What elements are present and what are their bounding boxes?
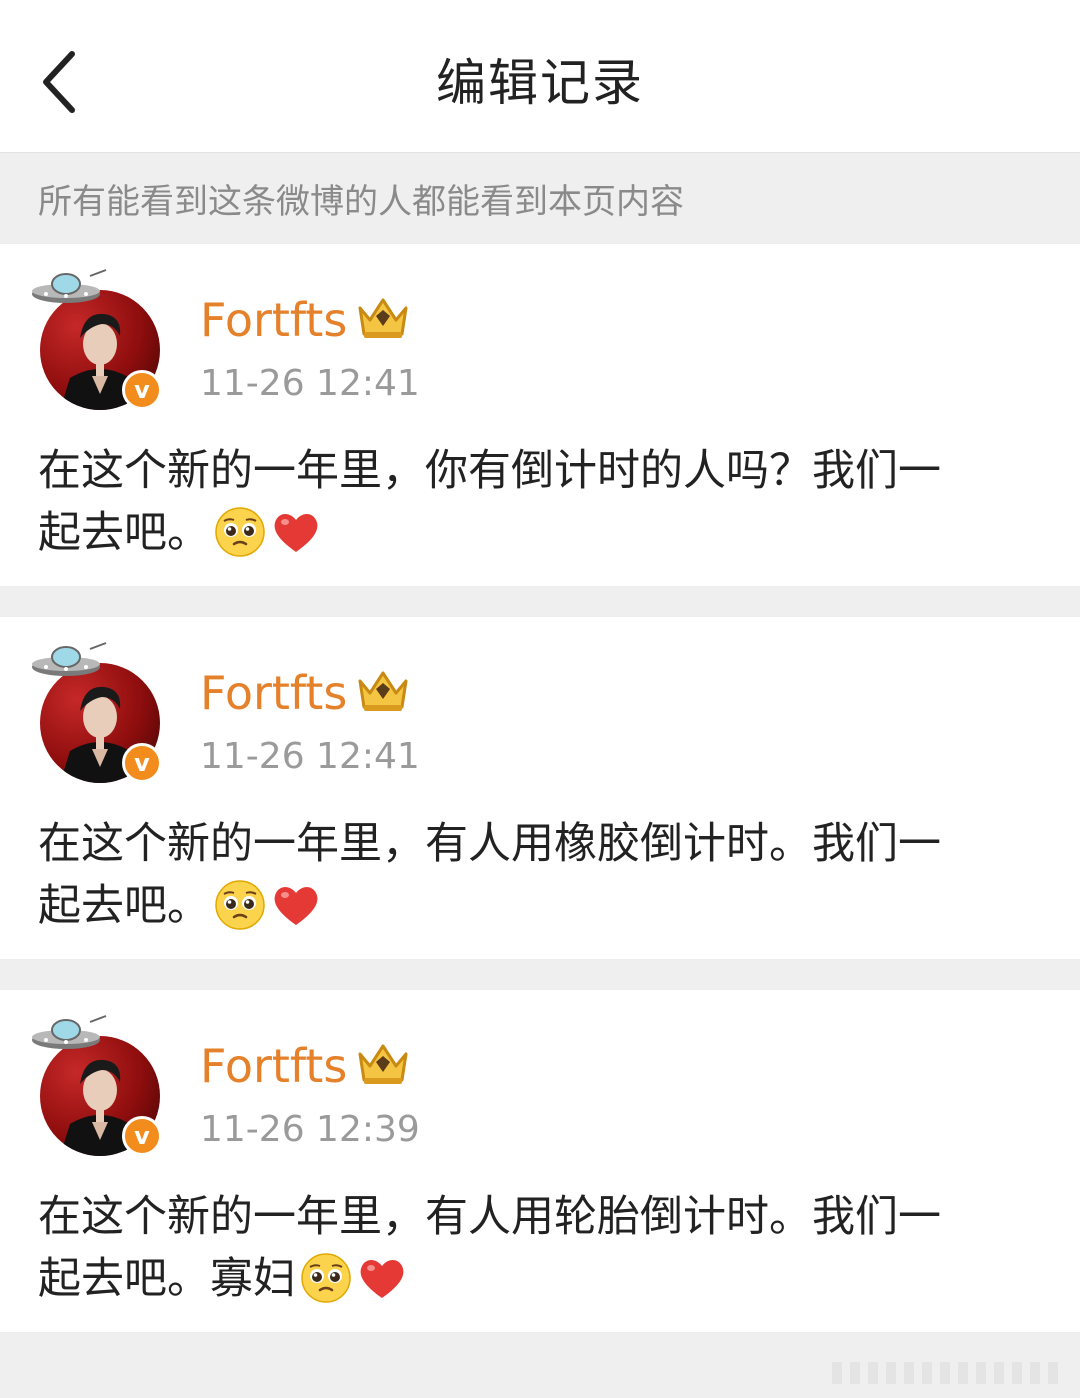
edit-record-card: v Fortfts 11-26 12:41 在这个新的一年里，你有倒计时的人吗？… <box>0 244 1080 586</box>
visibility-notice: 所有能看到这条微博的人都能看到本页内容 <box>0 153 1080 243</box>
verified-v-icon: v <box>122 370 162 410</box>
post-content: 在这个新的一年里，有人用轮胎倒计时。我们一 起去吧。寡妇 <box>38 1186 1048 1310</box>
pleading-face-emoji <box>215 879 265 930</box>
notice-text: 所有能看到这条微博的人都能看到本页内容 <box>38 182 684 222</box>
post-content: 在这个新的一年里，你有倒计时的人吗？我们一 起去吧。 <box>38 440 1048 564</box>
red-heart-emoji <box>274 886 318 925</box>
timestamp: 11-26 12:41 <box>200 736 420 777</box>
username[interactable]: Fortfts <box>200 292 347 348</box>
crown-icon[interactable] <box>354 294 412 342</box>
watermark-bars <box>832 1362 1058 1384</box>
pleading-face-emoji <box>301 1252 351 1303</box>
username[interactable]: Fortfts <box>200 665 347 721</box>
page-title: 编辑记录 <box>436 54 644 112</box>
timestamp: 11-26 12:41 <box>200 363 420 404</box>
post-content: 在这个新的一年里，有人用橡胶倒计时。我们一 起去吧。 <box>38 813 1048 937</box>
verified-v-icon: v <box>122 743 162 783</box>
crown-icon[interactable] <box>354 667 412 715</box>
post-text: 在这个新的一年里，有人用轮胎倒计时。我们一 起去吧。寡妇 <box>38 1192 941 1304</box>
pleading-face-emoji <box>215 506 265 557</box>
edit-record-card: v Fortfts 11-26 12:39 在这个新的一年里，有人用轮胎倒计时。… <box>0 990 1080 1332</box>
username[interactable]: Fortfts <box>200 1038 347 1094</box>
edit-record-card: v Fortfts 11-26 12:41 在这个新的一年里，有人用橡胶倒计时。… <box>0 617 1080 959</box>
ufo-icon <box>32 269 107 303</box>
post-text: 在这个新的一年里，有人用橡胶倒计时。我们一 起去吧。 <box>38 819 941 931</box>
crown-icon[interactable] <box>354 1040 412 1088</box>
red-heart-emoji <box>360 1259 404 1298</box>
red-heart-emoji <box>274 513 318 552</box>
timestamp: 11-26 12:39 <box>200 1109 420 1150</box>
ufo-icon <box>32 642 107 676</box>
verified-v-icon: v <box>122 1116 162 1156</box>
header-bar: 编辑记录 <box>0 0 1080 153</box>
avatar[interactable]: v <box>30 266 170 416</box>
avatar[interactable]: v <box>30 639 170 789</box>
post-text: 在这个新的一年里，你有倒计时的人吗？我们一 起去吧。 <box>38 446 941 558</box>
ufo-icon <box>32 1015 107 1049</box>
avatar[interactable]: v <box>30 1012 170 1162</box>
